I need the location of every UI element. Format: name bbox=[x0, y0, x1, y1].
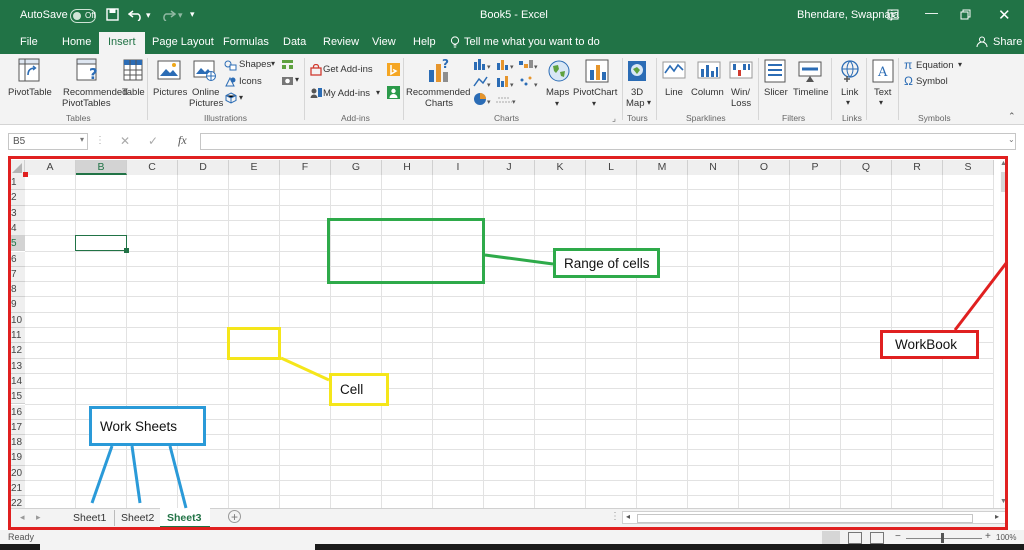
workbook-label: WorkBook bbox=[880, 330, 979, 359]
worksheets-label: Work Sheets bbox=[89, 406, 206, 446]
cell-label: Cell bbox=[329, 373, 389, 406]
range-of-cells-label: Range of cells bbox=[553, 248, 660, 278]
annotation-connectors bbox=[90, 253, 1009, 509]
